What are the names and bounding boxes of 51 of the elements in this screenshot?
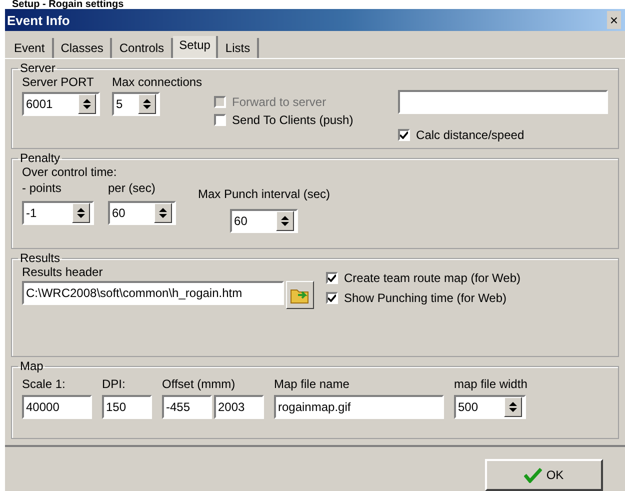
field-label: Results header: [22, 265, 104, 279]
spinner-field[interactable]: 60: [108, 201, 176, 225]
checkbox-label: Forward to server: [232, 95, 326, 109]
checkbox-label: Send To Clients (push): [232, 113, 354, 127]
checkbox-label: Calc distance/speed: [416, 128, 524, 142]
field-label: per (sec): [108, 181, 156, 195]
group-title: Penalty: [19, 151, 62, 165]
ok-button[interactable]: OK: [485, 459, 603, 491]
field-label: map file width: [454, 377, 528, 391]
spinner-arrows-icon[interactable]: [78, 94, 96, 114]
tab[interactable]: Setup: [173, 36, 218, 58]
window-title: Event Info: [7, 12, 70, 28]
text-field[interactable]: rogainmap.gif: [274, 395, 444, 419]
checkbox-label: Create team route map (for Web): [344, 271, 521, 285]
text-field[interactable]: 40000: [22, 395, 92, 419]
group-title: Map: [19, 359, 44, 373]
spinner-field[interactable]: -1: [22, 201, 94, 225]
field-label: Over control time:: [22, 165, 118, 179]
group-title: Server: [19, 61, 56, 75]
spinner-field[interactable]: 500: [454, 395, 526, 419]
checkbox-label: Show Punching time (for Web): [344, 291, 507, 305]
field-label: Offset (mmm): [162, 377, 236, 391]
field-label: Max Punch interval (sec): [198, 187, 330, 201]
checkbox[interactable]: [214, 114, 226, 126]
spinner-field[interactable]: 5: [112, 92, 160, 116]
close-button[interactable]: ×: [606, 11, 621, 29]
folder-icon[interactable]: [286, 281, 314, 309]
checkbox[interactable]: [326, 292, 338, 304]
text-field[interactable]: 2003: [214, 395, 264, 419]
field-label: Max connections: [112, 75, 202, 89]
text-field[interactable]: 150: [102, 395, 152, 419]
text-field[interactable]: -455: [162, 395, 212, 419]
spinner-arrows-icon[interactable]: [154, 203, 172, 223]
spinner-arrows-icon[interactable]: [72, 203, 90, 223]
check-icon: [524, 467, 542, 483]
text-field[interactable]: C:\WRC2008\soft\common\h_rogain.htm: [22, 281, 284, 305]
field-label: DPI:: [102, 377, 126, 391]
checkbox[interactable]: [326, 272, 338, 284]
field-label: Scale 1:: [22, 377, 66, 391]
checkbox[interactable]: [398, 129, 410, 141]
text-field[interactable]: [398, 90, 608, 114]
field-label: Server PORT: [22, 75, 95, 89]
field-label: - points: [22, 181, 62, 195]
spinner-arrows-icon[interactable]: [138, 94, 156, 114]
group-title: Results: [19, 251, 62, 265]
spinner-field[interactable]: 6001: [22, 92, 100, 116]
field-label: Map file name: [274, 377, 350, 391]
spinner-arrows-icon[interactable]: [504, 397, 522, 417]
spinner-field[interactable]: 60: [230, 209, 298, 233]
spinner-arrows-icon[interactable]: [276, 211, 294, 231]
page-heading: Setup - Rogain settings: [11, 0, 125, 9]
